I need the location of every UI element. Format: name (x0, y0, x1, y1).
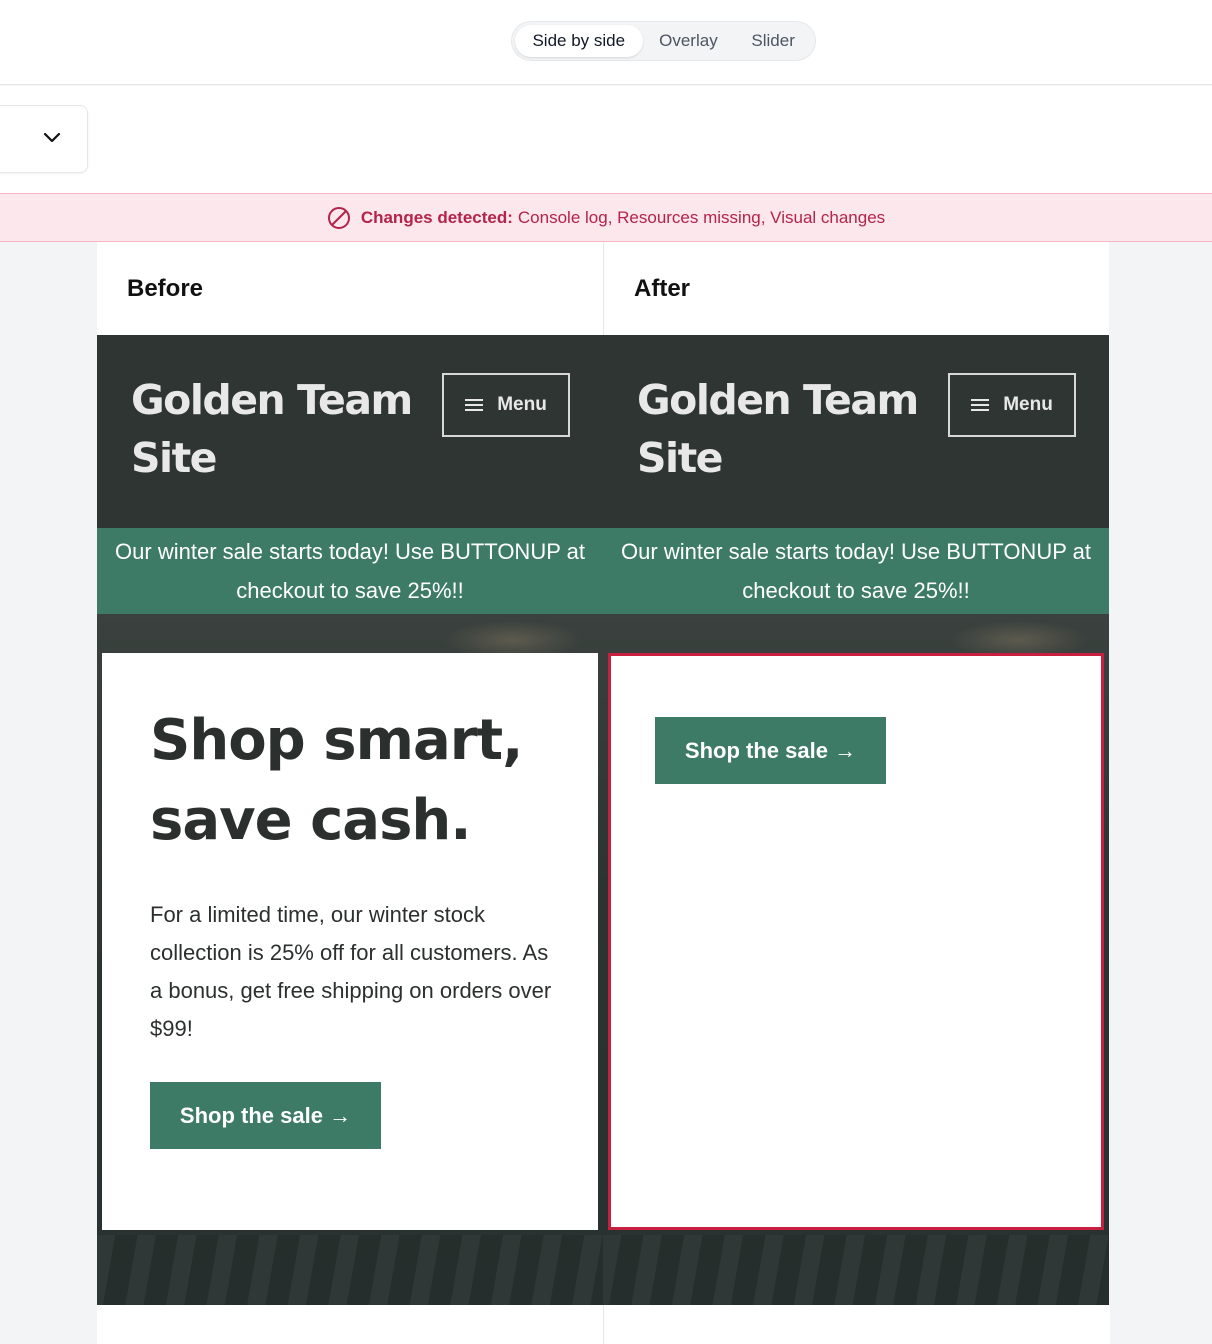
site-title: Golden Team Site (131, 376, 413, 482)
prohibited-icon (327, 206, 350, 229)
promo-banner: Our winter sale starts today! Use BUTTON… (603, 528, 1109, 614)
changed-hero-card: Shop the sale → (608, 653, 1104, 1230)
before-screenshot: Golden Team Site Menu Our winter sale st… (97, 335, 603, 1305)
toolbar: Side by side Overlay Slider (0, 0, 1212, 85)
chevron-down-icon (43, 132, 61, 143)
menu-button[interactable]: Menu (442, 373, 570, 437)
menu-button[interactable]: Menu (948, 373, 1076, 437)
promo-banner: Our winter sale starts today! Use BUTTON… (97, 528, 603, 614)
after-screenshot: Golden Team Site Menu Our winter sale st… (603, 335, 1109, 1305)
site-title: Golden Team Site (637, 376, 919, 482)
side-by-side-tab[interactable]: Side by side (515, 25, 643, 57)
below-fold (604, 1305, 1110, 1344)
hamburger-icon (971, 399, 990, 411)
before-panel: Before Golden Team Site Menu Our winter … (97, 242, 603, 1344)
below-fold (97, 1305, 603, 1344)
site-header: Golden Team Site Menu (97, 335, 603, 528)
alert-title: Changes detected: (360, 207, 513, 227)
alert-details: Console log, Resources missing, Visual c… (517, 207, 886, 227)
hero-card: Shop smart, save cash. For a limited tim… (102, 653, 598, 1230)
hero-heading: Shop smart, save cash. (150, 708, 523, 853)
before-label: Before (127, 274, 204, 302)
menu-label: Menu (1003, 394, 1053, 415)
view-mode-switcher: Side by side Overlay Slider (511, 21, 816, 61)
after-label: After (634, 274, 691, 302)
shop-sale-button[interactable]: Shop the sale → (655, 717, 886, 784)
menu-label: Menu (497, 394, 547, 415)
shop-sale-button[interactable]: Shop the sale → (150, 1082, 381, 1149)
slider-tab[interactable]: Slider (734, 25, 812, 57)
changes-alert: Changes detected: Console log, Resources… (0, 193, 1212, 242)
page-select-dropdown[interactable] (0, 105, 88, 173)
filter-row (0, 86, 1212, 193)
hero-body: For a limited time, our winter stock col… (150, 902, 552, 1041)
hamburger-icon (465, 399, 484, 411)
after-panel: After Golden Team Site Menu Our winter s… (603, 242, 1110, 1344)
site-header: Golden Team Site Menu (603, 335, 1109, 528)
overlay-tab[interactable]: Overlay (643, 25, 735, 57)
